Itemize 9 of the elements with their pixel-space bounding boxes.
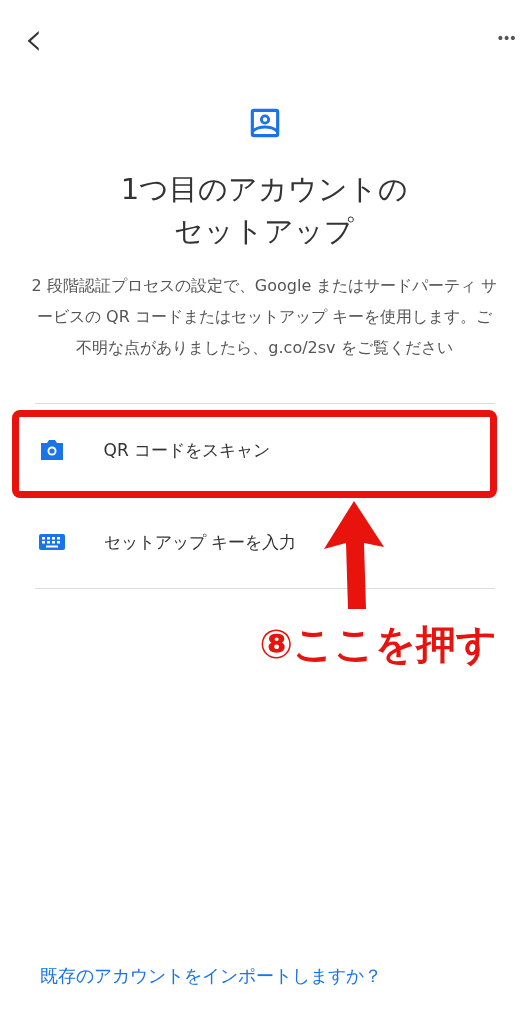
page-title: 1つ目のアカウントの xyxy=(120,171,409,208)
import-link[interactable]: 既存のアカウントをインポートしますか？ xyxy=(40,964,382,988)
page-title: セットアップ xyxy=(173,213,356,250)
annotation-text: ⑧ここを押す xyxy=(259,620,497,669)
keyboard-icon xyxy=(37,532,66,552)
description-text: 2 段階認証プロセスの設定で、Google またはサードパーティ サービスの QR コードまたはセットアップ キーを使用します。ご不明な点がありましたら、g.co/2sv をご覧ください xyxy=(30,275,499,359)
back-button[interactable]: ‹ xyxy=(24,14,44,62)
option-item[interactable]: QR コードをスキャン xyxy=(34,404,495,496)
more-button[interactable]: ••• xyxy=(496,14,515,62)
